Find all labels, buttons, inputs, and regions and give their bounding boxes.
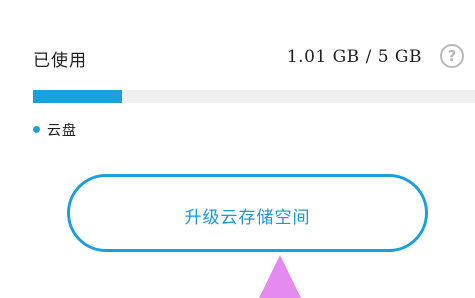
storage-usage-header: 已使用 1.01 GB / 5 GB ? xyxy=(33,40,466,74)
used-label: 已使用 xyxy=(33,51,87,71)
upgrade-storage-button[interactable]: 升级云存储空间 xyxy=(67,174,428,252)
storage-progress-bar xyxy=(33,90,475,103)
upgrade-storage-label: 升级云存储空间 xyxy=(184,208,311,228)
question-circle-icon[interactable]: ? xyxy=(440,44,464,68)
cloud-drive-legend-dot xyxy=(33,126,40,133)
pointer-arrow-icon xyxy=(259,255,301,298)
used-value: 1.01 GB / 5 GB xyxy=(286,47,422,67)
storage-progress-fill xyxy=(33,90,123,103)
cloud-drive-legend-label: 云盘 xyxy=(47,123,77,139)
